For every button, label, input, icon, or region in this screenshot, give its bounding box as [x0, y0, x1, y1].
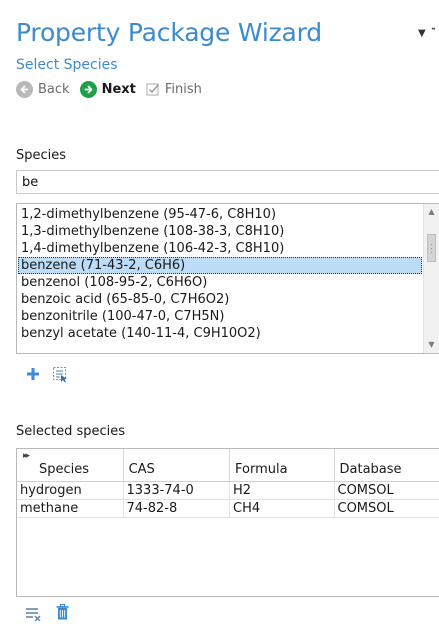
list-item[interactable]: benzonitrile (100-47-0, C7H5N)	[18, 308, 422, 325]
cell-formula: H2	[230, 482, 335, 499]
select-from-list-icon	[52, 366, 69, 387]
next-label: Next	[101, 81, 136, 97]
wizard-step-title: Select Species	[16, 57, 118, 73]
cell-database: COMSOL	[337, 483, 394, 498]
species-search-input[interactable]	[16, 170, 439, 194]
species-list[interactable]: 1,2-dimethylbenzene (95-47-6, C8H10) 1,3-…	[16, 203, 439, 354]
wizard-title: Property Package Wizard	[16, 18, 322, 47]
list-item[interactable]: 1,4-dimethylbenzene (106-42-3, C8H10)	[18, 240, 422, 257]
delete-button[interactable]	[54, 604, 70, 624]
column-header-formula[interactable]: Formula	[230, 449, 335, 481]
table-header: ▸▸ Species CAS Formula Database	[17, 449, 439, 482]
checkmark-icon	[146, 82, 160, 96]
add-species-button[interactable]	[24, 366, 42, 384]
selected-species-label: Selected species	[16, 424, 126, 439]
clear-list-button[interactable]	[24, 606, 42, 624]
menu-dropdown-icon[interactable]: ▼	[418, 28, 426, 39]
clear-list-icon	[25, 606, 41, 625]
next-arrow-icon	[79, 80, 97, 98]
table-row[interactable]: hydrogen 1333-74-0 H2 COMSOL	[17, 482, 439, 500]
select-from-list-button[interactable]	[50, 366, 70, 386]
table-row[interactable]: methane 74-82-8 CH4 COMSOL	[17, 500, 439, 518]
scroll-down-icon[interactable]: ▼	[424, 337, 439, 353]
finish-button[interactable]: Finish	[146, 82, 202, 97]
species-list-scrollbar[interactable]: ▲ ▼	[423, 204, 439, 353]
list-item[interactable]: benzoic acid (65-85-0, C7H6O2)	[18, 291, 422, 308]
column-header-cas[interactable]: CAS	[124, 449, 231, 481]
cell-cas: 74-82-8	[124, 500, 230, 517]
wizard-nav: Back Next Finish	[16, 79, 212, 99]
list-item[interactable]: benzenol (108-95-2, C6H6O)	[18, 274, 422, 291]
pin-icon[interactable]: ╸	[432, 24, 438, 35]
list-item[interactable]: benzene (71-43-2, C6H6)	[18, 257, 422, 274]
list-item[interactable]: benzyl acetate (140-11-4, C9H10O2)	[18, 325, 422, 342]
trash-icon	[56, 604, 69, 624]
scroll-up-icon[interactable]: ▲	[424, 204, 439, 220]
cell-species: hydrogen	[17, 482, 124, 499]
collapse-columns-icon[interactable]: ▸▸	[23, 451, 30, 461]
finish-label: Finish	[164, 81, 202, 97]
column-header-database[interactable]: Database	[335, 449, 439, 481]
selected-species-table: ▸▸ Species CAS Formula Database hydrogen…	[16, 448, 439, 597]
cell-cas: 1333-74-0	[124, 482, 230, 499]
list-item[interactable]: 1,3-dimethylbenzene (108-38-3, C8H10)	[18, 223, 422, 240]
column-header-species[interactable]: Species	[17, 449, 124, 481]
back-arrow-icon	[16, 80, 33, 98]
cell-formula: CH4	[230, 500, 335, 517]
back-button[interactable]: Back	[16, 80, 70, 98]
cell-database: COMSOL	[337, 501, 394, 516]
scroll-thumb[interactable]	[427, 234, 436, 262]
next-button[interactable]: Next	[79, 80, 136, 98]
species-section-label: Species	[16, 148, 67, 163]
list-item[interactable]: 1,2-dimethylbenzene (95-47-6, C8H10)	[18, 206, 422, 223]
cell-species: methane	[17, 500, 124, 517]
back-label: Back	[38, 81, 70, 97]
plus-icon	[26, 366, 40, 385]
